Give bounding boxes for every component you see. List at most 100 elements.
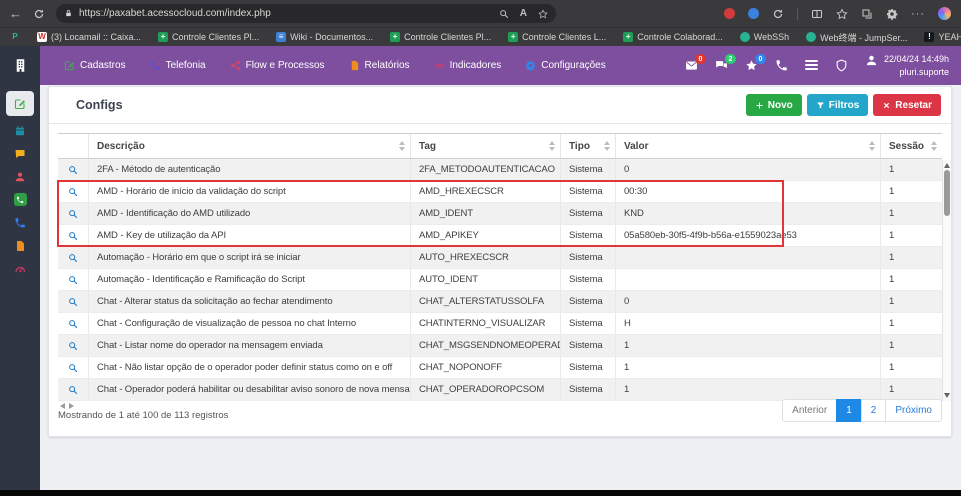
phone-button[interactable] (775, 59, 788, 72)
url-text[interactable]: https://paxabet.acessocloud.com/index.ph… (79, 8, 493, 19)
nav-item-relat-rios[interactable]: Relatórios (349, 60, 410, 71)
bookmark-item[interactable]: + Controle Clientes L... (508, 32, 606, 42)
username-label: pluri.suporte (899, 66, 949, 77)
read-aloud-icon[interactable]: A (520, 8, 527, 19)
cell-descricao: Chat - Não listar opção de o operador po… (89, 357, 411, 378)
menu-button[interactable] (804, 60, 818, 71)
bookmark-item[interactable]: W (3) Locamail :: Caixa... (37, 32, 141, 42)
blue-extension-icon[interactable] (748, 8, 759, 19)
row-detail-cell[interactable] (58, 225, 89, 246)
column-header-tipo[interactable]: Tipo (561, 134, 616, 158)
favorite-star-icon[interactable] (538, 9, 548, 19)
refresh-icon[interactable] (33, 8, 45, 20)
history-icon[interactable] (772, 8, 784, 20)
table-scrollbar[interactable] (942, 160, 951, 401)
row-detail-cell[interactable] (58, 357, 89, 378)
magnifier-icon[interactable] (68, 253, 78, 263)
chat-bubbles-button[interactable]: 2 (715, 54, 736, 72)
magnifier-icon[interactable] (68, 297, 78, 307)
sidebar-item-phone-square[interactable] (6, 188, 34, 211)
sort-icon[interactable] (869, 141, 875, 151)
bookmark-item[interactable]: + Controle Clientes Pl... (158, 32, 259, 42)
sort-icon[interactable] (399, 141, 405, 151)
row-detail-cell[interactable] (58, 291, 89, 312)
pagination-page-1[interactable]: 1 (836, 399, 862, 422)
gear-icon (525, 60, 536, 71)
cell-descricao: AMD - Identificação do AMD utilizado (89, 203, 411, 224)
user-info[interactable]: 22/04/24 14:49h pluri.suporte (865, 53, 949, 77)
pagination-page-2[interactable]: 2 (860, 399, 887, 422)
sort-icon[interactable] (931, 141, 937, 151)
sidebar-item-pencil-square[interactable] (6, 91, 34, 116)
row-detail-cell[interactable] (58, 379, 89, 400)
nav-item-telefonia[interactable]: Telefonia (150, 60, 206, 71)
magnifier-icon[interactable] (68, 385, 78, 395)
row-detail-cell[interactable] (58, 159, 89, 180)
cell-tipo: Sistema (561, 269, 616, 290)
cell-valor: 05a580eb-30f5-4f9b-b56a-e1559023ae53 (616, 225, 881, 246)
more-icon[interactable]: ··· (911, 8, 925, 20)
shield-button[interactable] (835, 59, 848, 72)
envelope-button[interactable]: 0 (685, 54, 706, 72)
sort-icon[interactable] (604, 141, 610, 151)
magnifier-icon[interactable] (68, 209, 78, 219)
pagination-next[interactable]: Próximo (885, 399, 942, 422)
magnifier-icon[interactable] (68, 341, 78, 351)
row-detail-cell[interactable] (58, 203, 89, 224)
nav-item-configura-es[interactable]: Configurações (525, 60, 606, 71)
bookmark-item[interactable]: + Controle Clientes Pl... (390, 32, 491, 42)
nav-item-indicadores[interactable]: Indicadores (434, 60, 501, 71)
collections-icon[interactable] (861, 8, 873, 20)
sidebar-item-phone[interactable] (6, 211, 34, 234)
magnifier-icon[interactable] (68, 319, 78, 329)
column-header-valor[interactable]: Valor (616, 134, 881, 158)
sidebar-item-chat[interactable] (6, 142, 34, 165)
bookmark-item[interactable]: !YEAH! YOU WANT "... (924, 32, 961, 42)
sidebar-item-file[interactable] (6, 234, 34, 257)
star-button[interactable]: 0 (745, 54, 766, 72)
magnifier-icon[interactable] (68, 231, 78, 241)
bookmark-item[interactable]: Web终端 - JumpSer... (806, 31, 907, 44)
scrollbar-thumb[interactable] (944, 170, 950, 216)
column-header-tag[interactable]: Tag (411, 134, 561, 158)
filtros-button[interactable]: Filtros (806, 94, 869, 116)
favorites-icon[interactable] (836, 8, 848, 20)
notification-badge: 0 (694, 54, 706, 64)
row-detail-cell[interactable] (58, 247, 89, 268)
resetar-button[interactable]: Resetar (873, 94, 941, 116)
column-header-sesso[interactable]: Sessão (881, 134, 942, 158)
bookmark-item[interactable]: WebSSh (739, 32, 789, 42)
magnifier-icon[interactable] (68, 275, 78, 285)
scroll-up-icon[interactable] (944, 163, 950, 168)
nav-item-cadastros[interactable]: Cadastros (64, 60, 126, 71)
bookmark-item[interactable]: ≡ Wiki - Documentos... (276, 32, 373, 42)
row-detail-cell[interactable] (58, 181, 89, 202)
scroll-down-icon[interactable] (944, 393, 950, 398)
magnifier-icon[interactable] (68, 165, 78, 175)
sidebar-item-person[interactable] (6, 165, 34, 188)
address-bar[interactable]: https://paxabet.acessocloud.com/index.ph… (56, 4, 556, 23)
adblock-extension-icon[interactable] (724, 8, 735, 19)
row-detail-cell[interactable] (58, 313, 89, 334)
column-header-descrio[interactable]: Descrição (89, 134, 411, 158)
sort-icon[interactable] (549, 141, 555, 151)
bookmark-favicon: ≡ (276, 32, 287, 42)
back-icon[interactable]: ← (0, 7, 31, 20)
sidebar-item-gauge[interactable] (6, 257, 34, 280)
bookmark-item[interactable]: + Controle Colaborad... (623, 32, 723, 42)
magnifier-icon[interactable] (68, 363, 78, 373)
bookmark-item[interactable]: P (10, 32, 20, 42)
row-detail-cell[interactable] (58, 269, 89, 290)
nav-item-flow-e-processos[interactable]: Flow e Processos (230, 60, 325, 71)
row-detail-cell[interactable] (58, 335, 89, 356)
cell-sessao: 1 (889, 362, 895, 373)
search-icon[interactable] (499, 9, 509, 19)
copilot-icon[interactable] (938, 7, 951, 20)
pagination-previous[interactable]: Anterior (782, 399, 838, 422)
magnifier-icon[interactable] (68, 187, 78, 197)
split-screen-icon[interactable] (811, 8, 823, 20)
novo-button[interactable]: Novo (745, 94, 802, 116)
browser-tools-icon[interactable] (886, 8, 898, 20)
app-logo[interactable] (0, 46, 40, 85)
sidebar-item-calendar[interactable] (6, 119, 34, 142)
